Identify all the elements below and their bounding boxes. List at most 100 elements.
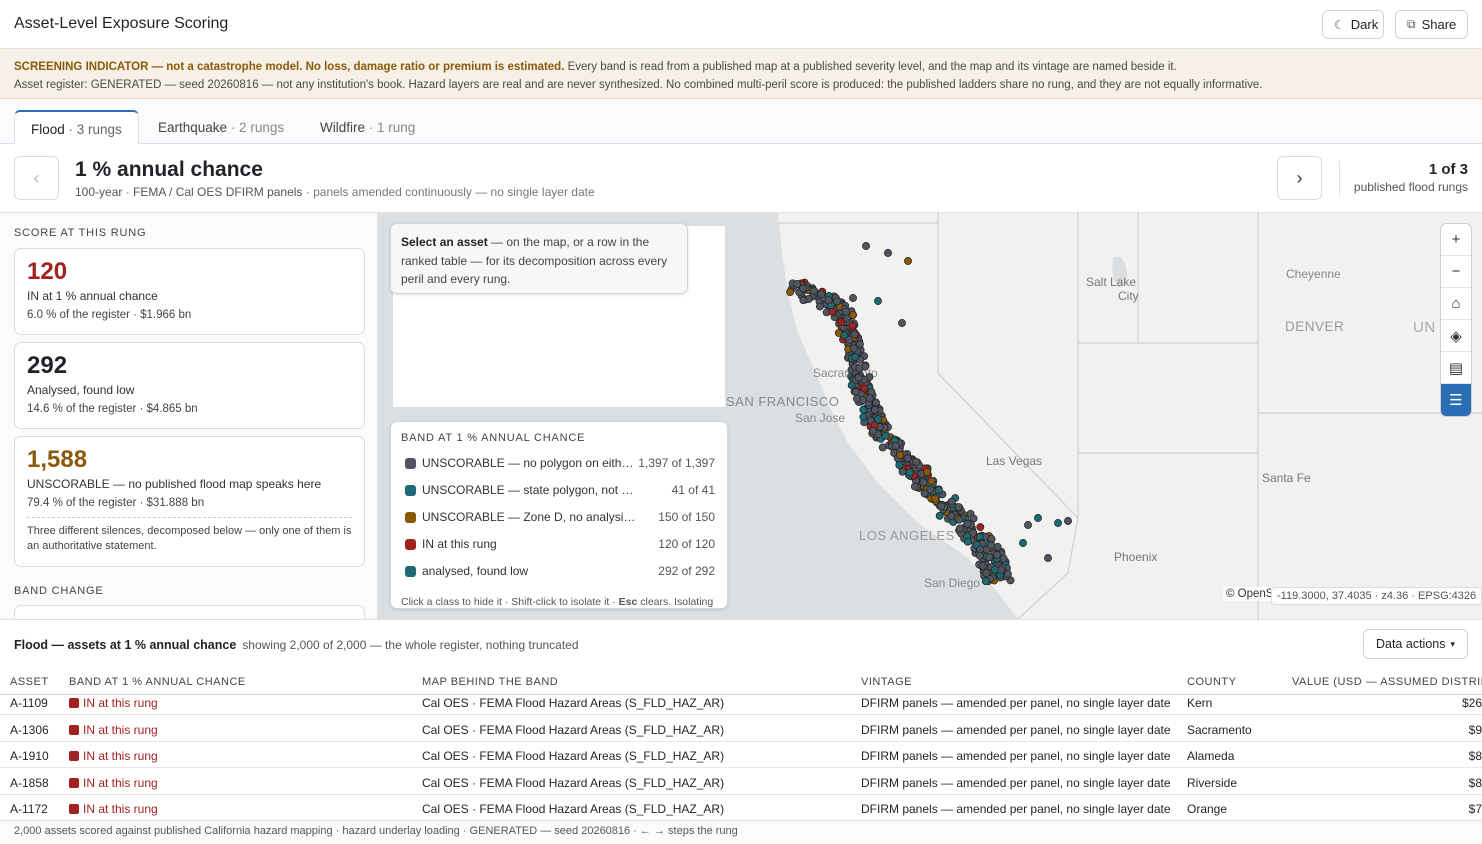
- legend-item-not-classifiable[interactable]: UNSCORABLE — state polygon, not classifi…: [401, 481, 719, 501]
- asset-point[interactable]: [937, 502, 946, 511]
- asset-point[interactable]: [987, 535, 996, 543]
- hazard-map[interactable]: Salt Lake City Cheyenne DENVER UN Sacramento S…: [378, 213, 1482, 619]
- data-actions-button[interactable]: Data actions ▾: [1362, 629, 1468, 659]
- asset-point[interactable]: [985, 553, 994, 562]
- col-asset[interactable]: ASSET: [10, 676, 49, 688]
- asset-point[interactable]: [910, 482, 919, 491]
- asset-point[interactable]: [815, 302, 824, 311]
- asset-point[interactable]: [849, 294, 857, 302]
- col-county[interactable]: COUNTY: [1187, 676, 1236, 688]
- asset-point[interactable]: [895, 461, 904, 470]
- tab-wildfire[interactable]: Wildfire · 1 rung: [304, 110, 431, 144]
- asset-point[interactable]: [799, 296, 808, 305]
- legend-item-no-polygon[interactable]: UNSCORABLE — no polygon on either layer …: [401, 454, 719, 474]
- asset-point[interactable]: [851, 387, 860, 396]
- asset-point[interactable]: [898, 319, 906, 327]
- table-row[interactable]: A-1858 IN at this rung Cal OES · FEMA Floo…: [0, 769, 1482, 795]
- asset-point[interactable]: [954, 503, 963, 512]
- score-card-low[interactable]: 292 Analysed, found low 14.6 % of the re…: [14, 342, 365, 429]
- zoom-in-icon[interactable]: +: [1441, 224, 1471, 256]
- asset-point[interactable]: [947, 497, 956, 506]
- legend-item-zone-d[interactable]: UNSCORABLE — Zone D, no analysis conduct…: [401, 508, 719, 528]
- asset-point[interactable]: [872, 398, 880, 407]
- asset-point[interactable]: [884, 249, 892, 257]
- asset-point[interactable]: [947, 512, 956, 520]
- asset-point[interactable]: [935, 511, 944, 520]
- asset-point[interactable]: [848, 321, 857, 330]
- tab-flood[interactable]: Flood · 3 rungs: [14, 110, 139, 144]
- asset-point[interactable]: [852, 394, 861, 403]
- asset-point[interactable]: [1064, 517, 1072, 525]
- asset-point[interactable]: [824, 296, 833, 305]
- asset-point[interactable]: [851, 353, 860, 361]
- table-row[interactable]: A-1109 IN at this rung Cal OES · FEMA Floo…: [0, 689, 1482, 715]
- asset-point[interactable]: [860, 384, 869, 393]
- zoom-out-icon[interactable]: −: [1441, 256, 1471, 288]
- asset-point[interactable]: [930, 494, 939, 503]
- asset-point[interactable]: [862, 242, 870, 250]
- asset-point[interactable]: [955, 515, 964, 524]
- share-button[interactable]: ⧉ Share: [1395, 10, 1468, 39]
- asset-point[interactable]: [841, 307, 850, 316]
- legend-item-in[interactable]: IN at this rung 120 of 120: [401, 535, 719, 555]
- asset-point[interactable]: [896, 451, 905, 460]
- asset-point[interactable]: [1003, 570, 1012, 578]
- asset-point[interactable]: [810, 286, 818, 295]
- asset-point[interactable]: [828, 307, 837, 316]
- asset-point[interactable]: [999, 554, 1008, 563]
- asset-point[interactable]: [855, 364, 864, 373]
- table-row[interactable]: A-1172 IN at this rung Cal OES · FEMA Floo…: [0, 795, 1482, 820]
- legend-item-low[interactable]: analysed, found low 292 of 292: [401, 562, 719, 582]
- asset-point[interactable]: [869, 426, 877, 435]
- asset-point[interactable]: [934, 486, 943, 495]
- layers-icon[interactable]: ◈: [1441, 320, 1471, 352]
- asset-point[interactable]: [981, 577, 990, 586]
- asset-point[interactable]: [881, 431, 890, 440]
- basemap-icon[interactable]: ▤: [1441, 352, 1471, 384]
- asset-point[interactable]: [850, 330, 859, 339]
- asset-point[interactable]: [1034, 514, 1042, 522]
- col-map[interactable]: MAP BEHIND THE BAND: [422, 676, 558, 688]
- asset-point[interactable]: [978, 561, 987, 570]
- asset-point[interactable]: [920, 489, 929, 498]
- home-icon[interactable]: ⌂: [1441, 288, 1471, 320]
- asset-point[interactable]: [1024, 521, 1032, 529]
- asset-point[interactable]: [1044, 554, 1052, 562]
- asset-point[interactable]: [923, 467, 932, 476]
- asset-point[interactable]: [817, 290, 826, 299]
- asset-point[interactable]: [898, 467, 907, 476]
- asset-point[interactable]: [904, 257, 912, 265]
- asset-point[interactable]: [993, 551, 1001, 559]
- tab-earthquake[interactable]: Earthquake · 2 rungs: [142, 110, 300, 144]
- asset-point[interactable]: [848, 310, 857, 319]
- asset-point[interactable]: [849, 344, 858, 353]
- asset-point[interactable]: [993, 542, 1002, 551]
- asset-point[interactable]: [859, 412, 868, 421]
- asset-point[interactable]: [955, 524, 964, 533]
- map-attribution[interactable]: © OpenStreetMap: [1223, 587, 1271, 601]
- asset-point[interactable]: [927, 477, 936, 486]
- asset-point[interactable]: [963, 519, 972, 528]
- table-row[interactable]: A-1306 IN at this rung Cal OES · FEMA Floo…: [0, 716, 1482, 742]
- asset-point[interactable]: [799, 284, 807, 293]
- asset-point[interactable]: [963, 537, 972, 546]
- next-rung-button[interactable]: ›: [1277, 156, 1322, 200]
- asset-point[interactable]: [854, 373, 863, 382]
- asset-point[interactable]: [919, 478, 928, 487]
- col-vintage[interactable]: VINTAGE: [861, 676, 912, 688]
- asset-point[interactable]: [975, 551, 984, 560]
- asset-point[interactable]: [905, 468, 914, 477]
- prev-rung-button[interactable]: ‹: [14, 156, 59, 200]
- asset-point[interactable]: [912, 457, 921, 466]
- asset-point[interactable]: [891, 441, 900, 450]
- table-row[interactable]: A-1910 IN at this rung Cal OES · FEMA Floo…: [0, 742, 1482, 768]
- asset-point[interactable]: [903, 454, 912, 463]
- asset-point[interactable]: [865, 394, 874, 403]
- asset-point[interactable]: [982, 569, 991, 578]
- score-card-in[interactable]: 120 IN at 1 % annual chance 6.0 % of the…: [14, 248, 365, 335]
- col-value[interactable]: VALUE (USD — ASSUMED DISTRIBUTION): [1292, 676, 1482, 688]
- score-card-unscorable[interactable]: 1,588 UNSCORABLE — no published flood ma…: [14, 436, 365, 567]
- asset-point[interactable]: [855, 340, 864, 349]
- asset-point[interactable]: [874, 415, 883, 424]
- asset-point[interactable]: [1019, 539, 1027, 547]
